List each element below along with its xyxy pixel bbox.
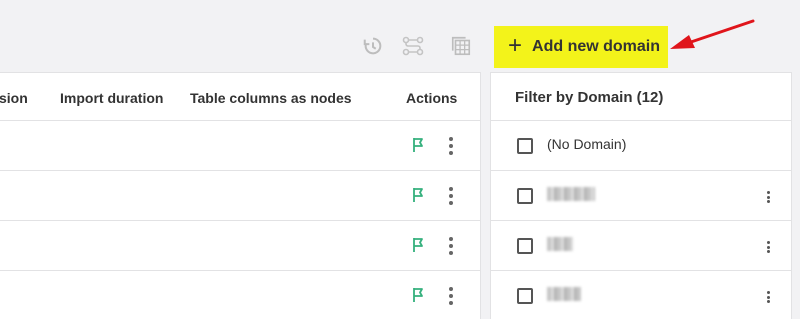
filter-checkbox[interactable]	[517, 288, 533, 304]
flag-icon[interactable]	[411, 137, 427, 153]
add-new-domain-label: Add new domain	[532, 38, 661, 55]
domains-table: sion Import duration Table columns as no…	[0, 72, 481, 319]
filter-by-domain-panel: Filter by Domain (12) (No Domain)	[490, 72, 792, 319]
column-header-version[interactable]: sion	[0, 90, 28, 106]
filter-item[interactable]	[491, 271, 791, 319]
row-actions-menu-icon[interactable]	[448, 287, 454, 305]
filter-item[interactable]	[491, 171, 791, 221]
schema-icon[interactable]	[401, 34, 425, 58]
filter-checkbox[interactable]	[517, 138, 533, 154]
redacted-label	[547, 187, 595, 201]
filter-item-label: (No Domain)	[547, 136, 627, 152]
filter-checkbox[interactable]	[517, 188, 533, 204]
plus-icon: +	[508, 32, 523, 59]
history-icon[interactable]	[361, 34, 385, 58]
filter-checkbox[interactable]	[517, 238, 533, 254]
grid-icon[interactable]	[449, 34, 473, 58]
row-actions-menu-icon[interactable]	[448, 137, 454, 155]
filter-item-no-domain[interactable]: (No Domain)	[491, 121, 791, 171]
table-row[interactable]	[0, 121, 480, 171]
row-actions-menu-icon[interactable]	[448, 237, 454, 255]
flag-icon[interactable]	[411, 187, 427, 203]
filter-item-menu-icon[interactable]	[766, 191, 770, 203]
filter-item-menu-icon[interactable]	[766, 291, 770, 303]
table-row[interactable]	[0, 221, 480, 271]
table-row[interactable]	[0, 171, 480, 221]
redacted-label	[547, 287, 581, 301]
row-actions-menu-icon[interactable]	[448, 187, 454, 205]
column-header-actions: Actions	[406, 90, 458, 106]
filter-title: Filter by Domain (12)	[491, 73, 791, 121]
flag-icon[interactable]	[411, 237, 427, 253]
column-header-table-columns-as-nodes[interactable]: Table columns as nodes	[190, 90, 352, 106]
column-header-import-duration[interactable]: Import duration	[60, 90, 163, 106]
annotation-arrow-icon	[670, 19, 755, 49]
table-row[interactable]	[0, 271, 480, 319]
filter-item[interactable]	[491, 221, 791, 271]
flag-icon[interactable]	[411, 287, 427, 303]
table-header: sion Import duration Table columns as no…	[0, 73, 480, 121]
filter-item-menu-icon[interactable]	[766, 241, 770, 253]
redacted-label	[547, 237, 573, 251]
add-new-domain-button[interactable]: + Add new domain	[494, 26, 668, 68]
